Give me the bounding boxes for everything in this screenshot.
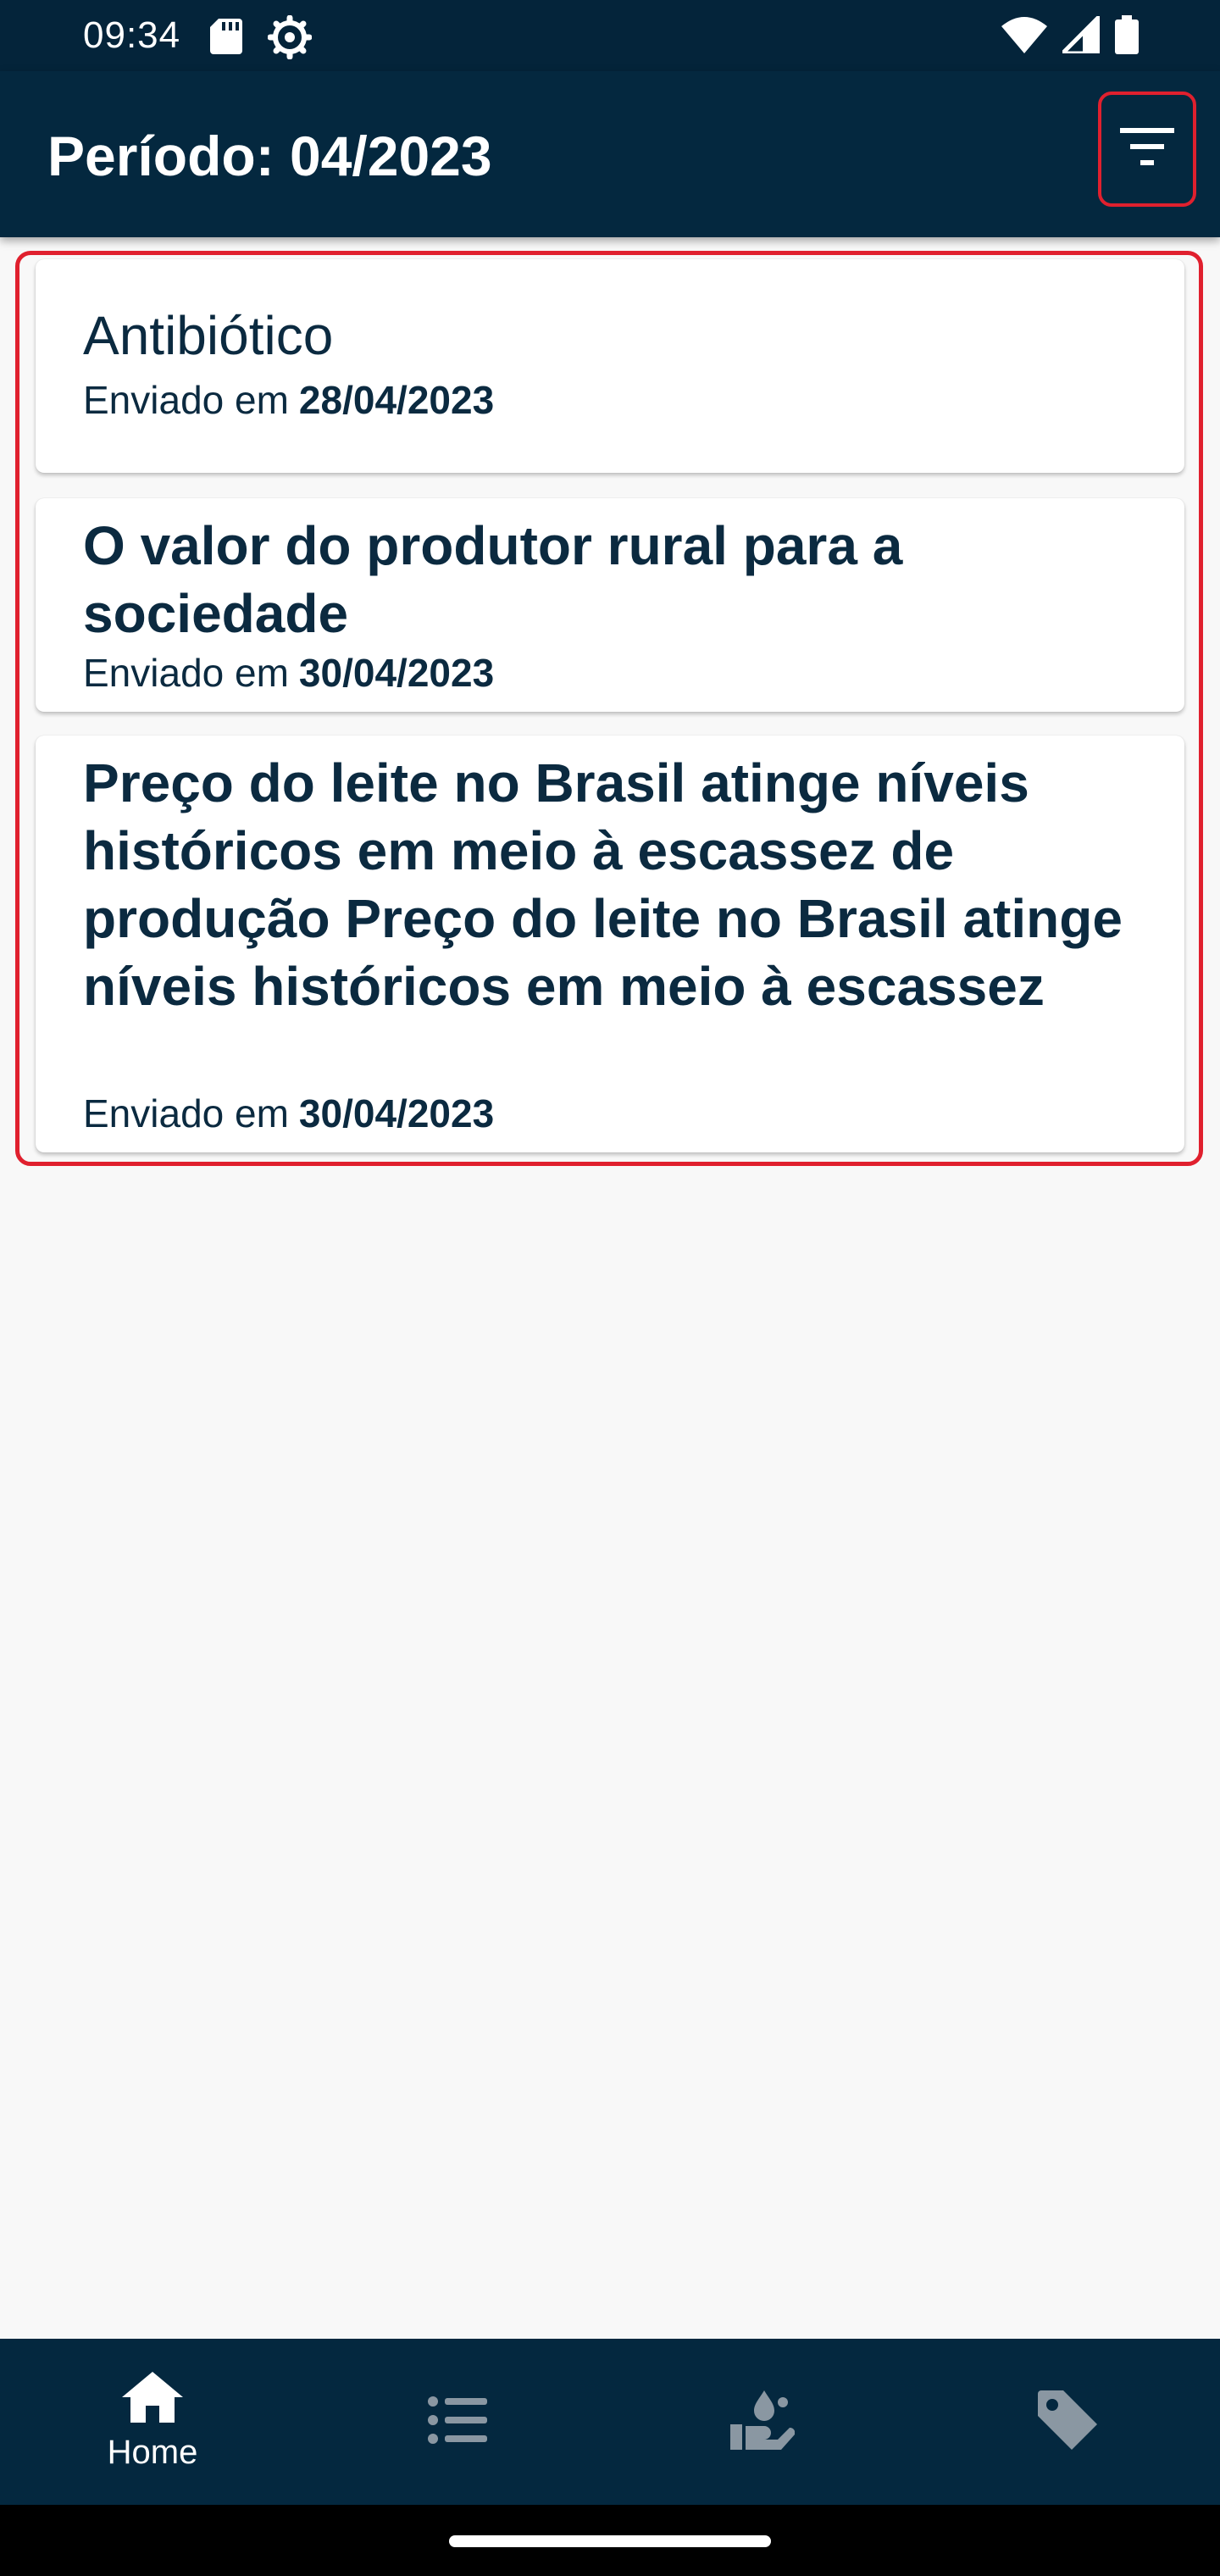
- page-title: Período: 04/2023: [47, 125, 492, 187]
- message-card[interactable]: O valor do produtor rural para a socieda…: [36, 498, 1184, 712]
- filter-icon: [1120, 127, 1174, 171]
- gesture-bar: [0, 2505, 1220, 2576]
- message-sent-info: Enviado em 30/04/2023: [83, 1090, 494, 1137]
- nav-home-label: Home: [107, 2433, 198, 2471]
- message-sent-info: Enviado em 28/04/2023: [83, 376, 494, 424]
- status-time: 09:34: [83, 14, 181, 56]
- filter-button[interactable]: [1098, 92, 1196, 207]
- sent-label: Enviado em: [83, 378, 289, 422]
- sent-date: 28/04/2023: [298, 378, 495, 422]
- nav-home[interactable]: Home: [0, 2339, 305, 2505]
- status-bar: 09:34: [0, 0, 1220, 71]
- settings-gear-icon: [267, 14, 313, 64]
- message-card[interactable]: Antibiótico Enviado em 28/04/2023: [36, 259, 1184, 473]
- tag-icon: [1038, 2390, 1097, 2454]
- message-title: O valor do produtor rural para a socieda…: [83, 515, 903, 644]
- sent-date: 30/04/2023: [298, 651, 495, 695]
- nav-tag[interactable]: [915, 2339, 1220, 2505]
- home-icon: [122, 2371, 183, 2427]
- signal-icon: [1060, 14, 1102, 58]
- home-gesture-pill[interactable]: [449, 2535, 771, 2547]
- battery-icon: [1115, 15, 1139, 58]
- app-bar: Período: 04/2023: [0, 71, 1220, 237]
- message-sent-info: Enviado em 30/04/2023: [83, 649, 494, 697]
- sent-label: Enviado em: [83, 1091, 289, 1135]
- sd-card-icon: [210, 19, 242, 58]
- sent-date: 30/04/2023: [298, 1091, 495, 1135]
- bottom-navigation: Home: [0, 2339, 1220, 2505]
- message-title: Antibiótico: [83, 305, 334, 366]
- message-title: Preço do leite no Brasil atinge níveis h…: [83, 752, 1123, 1017]
- message-card[interactable]: Preço do leite no Brasil atinge níveis h…: [36, 736, 1184, 1152]
- list-icon: [428, 2396, 487, 2448]
- nav-list[interactable]: [305, 2339, 610, 2505]
- hand-drop-icon: [730, 2390, 796, 2454]
- wifi-icon: [1001, 16, 1047, 58]
- nav-hand-drop[interactable]: [610, 2339, 915, 2505]
- sent-label: Enviado em: [83, 651, 289, 695]
